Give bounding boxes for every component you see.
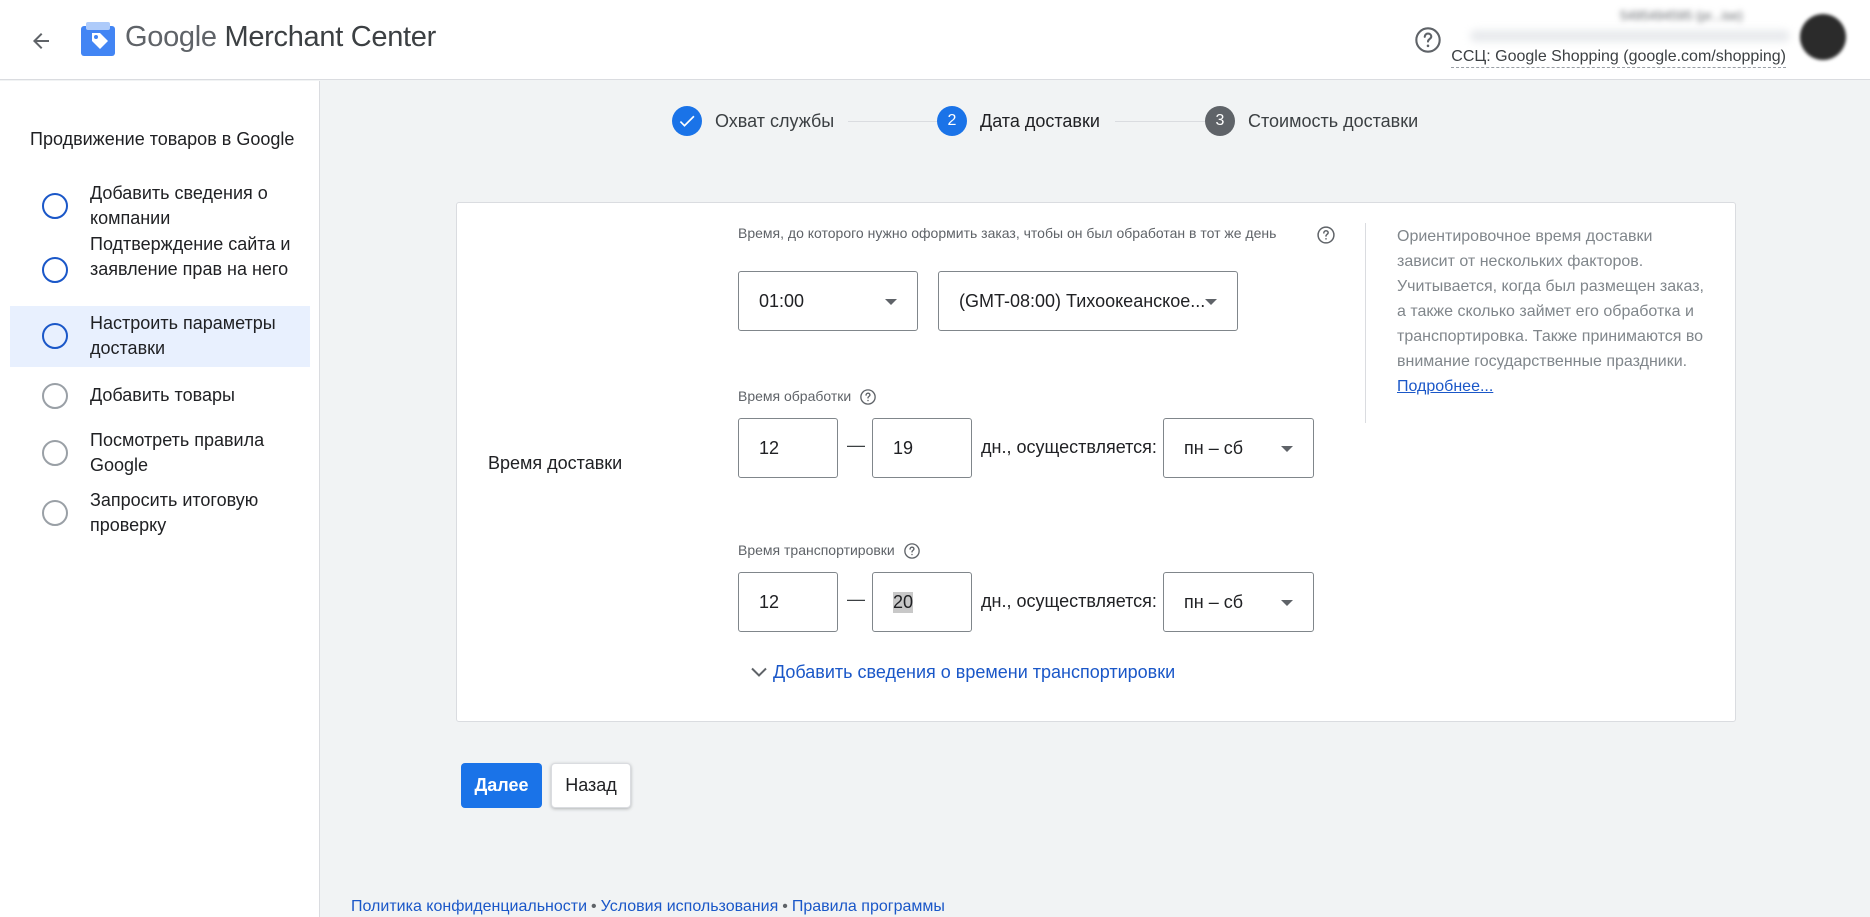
account-email-redacted bbox=[1470, 30, 1790, 42]
dropdown-arrow-icon bbox=[885, 299, 897, 305]
sidebar-item-business-info[interactable]: Добавить сведения о компании bbox=[10, 176, 310, 236]
help-icon[interactable] bbox=[1316, 225, 1336, 245]
step-circle-icon bbox=[42, 323, 68, 349]
sidebar-item-add-products[interactable]: Добавить товары bbox=[10, 371, 310, 421]
help-icon[interactable] bbox=[903, 542, 921, 560]
days-label: дн., осуществляется: bbox=[981, 437, 1157, 457]
sidebar-item-site-verification[interactable]: Подтверждение сайта и заявление прав на … bbox=[10, 230, 310, 314]
sidebar-item-shipping-settings[interactable]: Настроить параметры доставки bbox=[10, 306, 310, 367]
step-circle-icon bbox=[42, 193, 68, 219]
timezone-select[interactable]: (GMT-08:00) Тихоокеанское... bbox=[938, 271, 1238, 331]
add-transit-details-link[interactable]: Добавить сведения о времени транспортиро… bbox=[747, 660, 1175, 684]
transit-min-input[interactable]: 12 bbox=[738, 572, 838, 632]
step-shipping-cost[interactable]: 3 Стоимость доставки bbox=[1205, 106, 1418, 136]
dropdown-arrow-icon bbox=[1281, 600, 1293, 606]
account-id: 5495494595 (pr...ise) bbox=[1620, 8, 1743, 23]
cutoff-label: Время, до которого нужно оформить заказ,… bbox=[738, 225, 1277, 241]
sidebar-item-google-policies[interactable]: Посмотреть правила Google bbox=[10, 423, 310, 483]
sidebar-item-final-review[interactable]: Запросить итоговую проверку bbox=[10, 483, 310, 543]
merchant-center-logo-icon bbox=[80, 21, 116, 57]
transit-max-input[interactable]: 20 bbox=[872, 572, 972, 632]
step-number-badge: 2 bbox=[937, 106, 967, 136]
days-label: дн., осуществляется: bbox=[981, 591, 1157, 611]
stepper-connector bbox=[848, 121, 942, 122]
delivery-time-card: Время доставки Время, до которого нужно … bbox=[456, 202, 1736, 722]
handling-time-label: Время обработки bbox=[738, 388, 877, 406]
back-button[interactable]: Назад bbox=[551, 763, 631, 808]
step-circle-icon bbox=[42, 383, 68, 409]
cutoff-time-select[interactable]: 01:00 bbox=[738, 271, 918, 331]
range-dash: — bbox=[847, 435, 865, 455]
learn-more-link[interactable]: Подробнее... bbox=[1397, 378, 1493, 395]
handling-days-select[interactable]: пн – сб bbox=[1163, 418, 1314, 478]
avatar[interactable] bbox=[1800, 14, 1846, 60]
transit-days-select[interactable]: пн – сб bbox=[1163, 572, 1314, 632]
program-policies-link[interactable]: Правила программы bbox=[792, 898, 945, 915]
dropdown-arrow-icon bbox=[1281, 446, 1293, 452]
chevron-down-icon bbox=[751, 667, 767, 677]
stepper-connector bbox=[1115, 121, 1207, 122]
transit-time-label: Время транспортировки bbox=[738, 542, 921, 560]
account-switcher[interactable]: ССЦ: Google Shopping (google.com/shoppin… bbox=[1451, 48, 1786, 68]
step-number-badge: 3 bbox=[1205, 106, 1235, 136]
step-delivery-date[interactable]: 2 Дата доставки bbox=[937, 106, 1100, 136]
info-divider bbox=[1365, 223, 1366, 423]
step-service-coverage[interactable]: Охват службы bbox=[672, 106, 834, 136]
step-circle-icon bbox=[42, 440, 68, 466]
step-circle-icon bbox=[42, 500, 68, 526]
help-icon[interactable] bbox=[1412, 24, 1444, 56]
handling-min-input[interactable]: 12 bbox=[738, 418, 838, 478]
help-icon[interactable] bbox=[859, 388, 877, 406]
check-icon bbox=[672, 106, 702, 136]
dropdown-arrow-icon bbox=[1205, 299, 1217, 305]
step-circle-icon bbox=[42, 257, 68, 283]
privacy-policy-link[interactable]: Политика конфиденциальности bbox=[351, 898, 587, 915]
sidebar-title: Продвижение товаров в Google bbox=[30, 129, 295, 149]
app-header: Google Merchant Center 5495494595 (pr...… bbox=[0, 0, 1870, 80]
app-title[interactable]: Google Merchant Center bbox=[125, 21, 436, 54]
section-label: Время доставки bbox=[488, 453, 623, 473]
handling-max-input[interactable]: 19 bbox=[872, 418, 972, 478]
terms-link[interactable]: Условия использования bbox=[601, 898, 779, 915]
footer: Политика конфиденциальности • Условия испо… bbox=[351, 898, 945, 915]
next-button[interactable]: Далее bbox=[461, 763, 542, 808]
back-arrow-icon[interactable] bbox=[24, 24, 58, 58]
sidebar: Продвижение товаров в Google Добавить св… bbox=[0, 81, 320, 917]
info-panel: Ориентировочное время доставки зависит о… bbox=[1397, 228, 1704, 395]
range-dash: — bbox=[847, 589, 865, 609]
